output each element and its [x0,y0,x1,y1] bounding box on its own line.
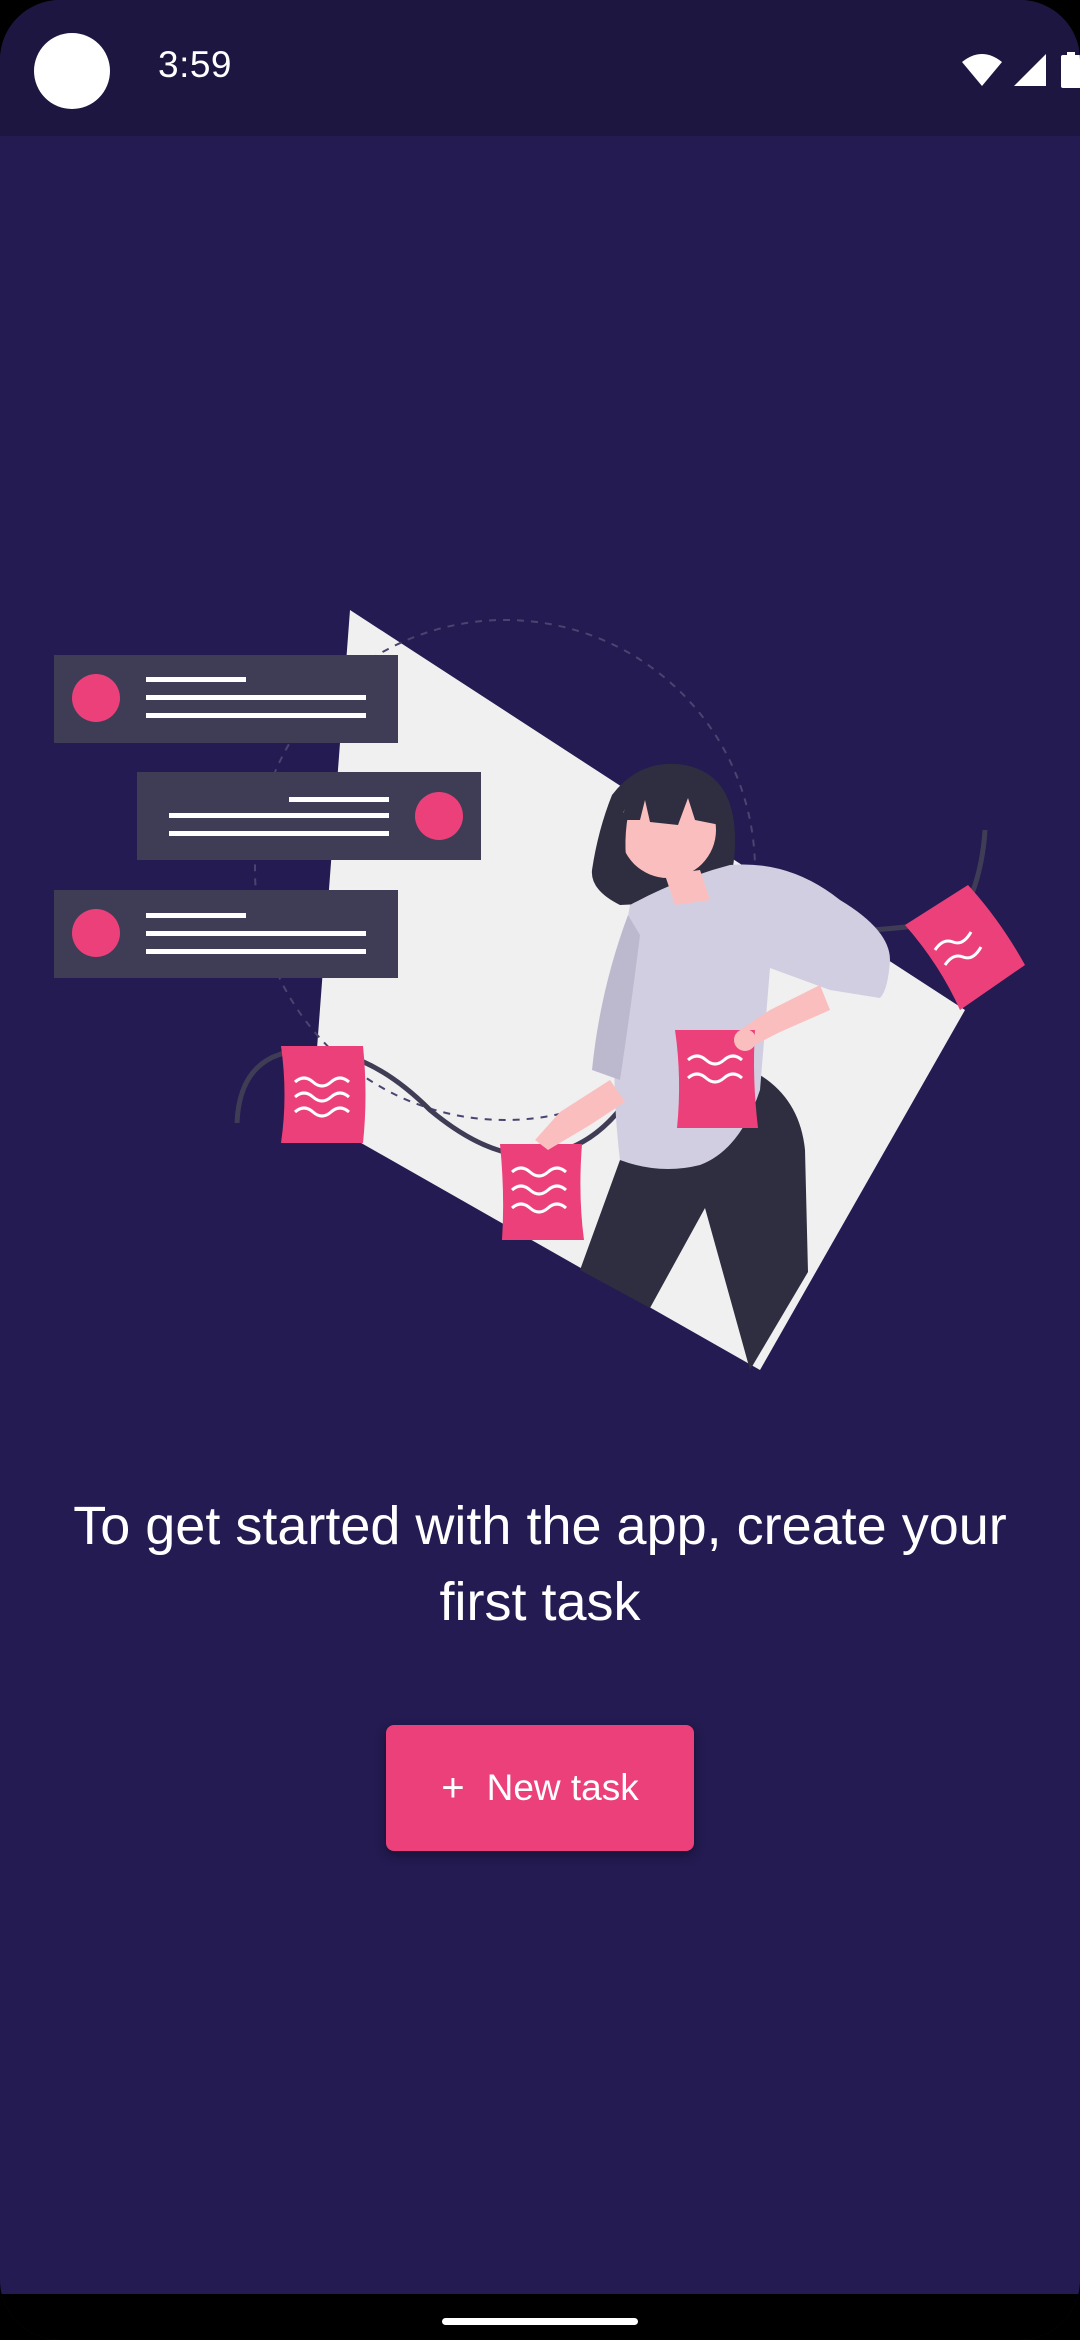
battery-icon [1061,52,1080,88]
task-card-3 [54,890,398,978]
phone-screen: 3:59 To get started with the app, create… [0,0,1080,2340]
plus-icon: + [441,1766,465,1810]
wifi-icon [962,54,1002,86]
sticky-note-1 [281,1046,366,1143]
task-card-2 [137,772,481,860]
new-task-button-label: New task [486,1767,639,1808]
status-clock: 3:59 [158,44,233,85]
new-task-button[interactable]: + New task [386,1725,694,1851]
status-bar: 3:59 [0,0,1080,136]
sticky-note-2 [500,1144,584,1240]
navigation-bar [0,2294,1080,2340]
camera-cutout [34,33,110,109]
cellular-signal-icon [1014,54,1046,86]
woman-with-task-notes-illustration [54,610,1025,1370]
task-card-1 [54,655,398,743]
empty-state-message: To get started with the app, create your… [73,1496,1007,1632]
home-indicator[interactable] [442,2318,638,2325]
